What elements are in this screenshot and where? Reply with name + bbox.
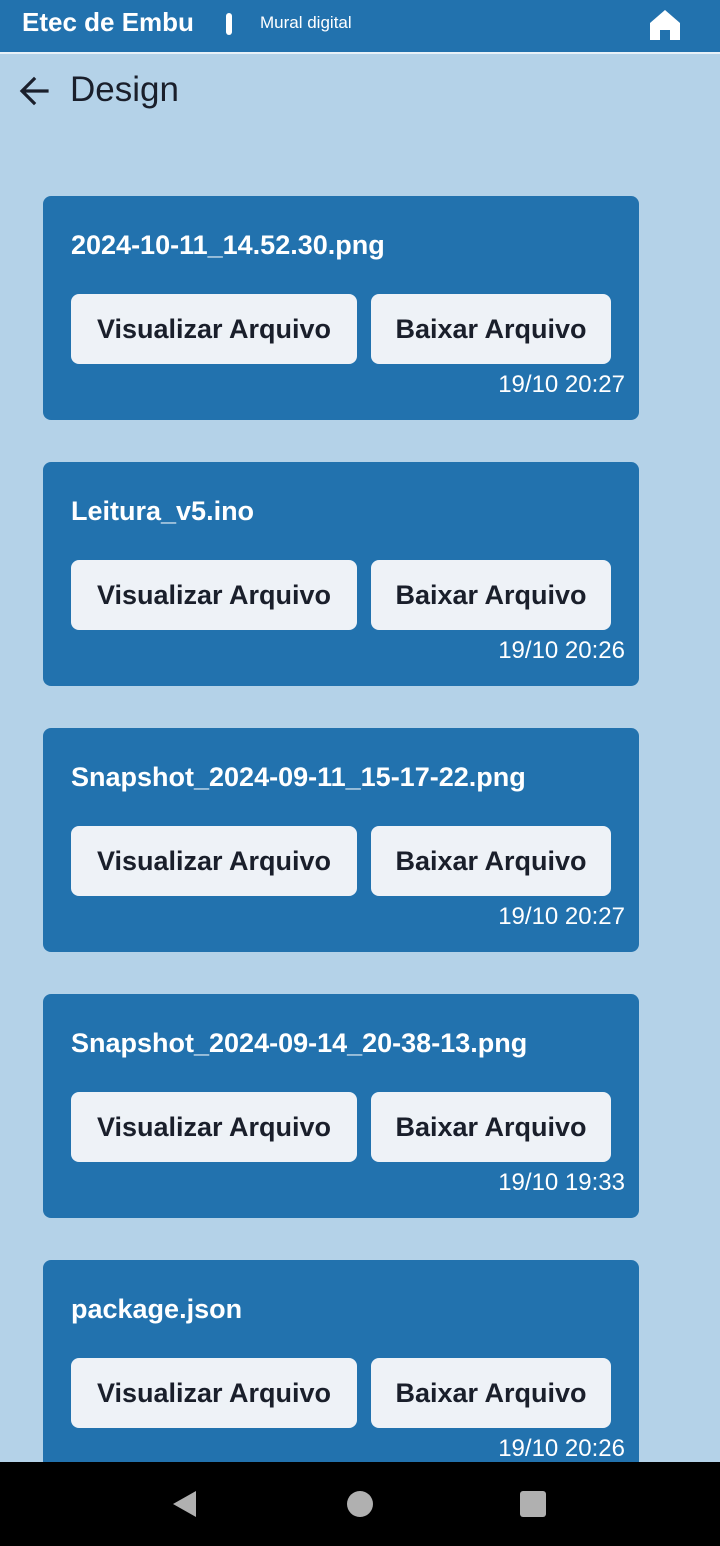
file-card: Snapshot_2024-09-14_20-38-13.png Visuali… (43, 994, 639, 1218)
download-file-button[interactable]: Baixar Arquivo (371, 1358, 611, 1428)
download-file-button[interactable]: Baixar Arquivo (371, 826, 611, 896)
file-timestamp: 19/10 20:26 (498, 637, 625, 664)
download-file-button[interactable]: Baixar Arquivo (371, 1092, 611, 1162)
file-name: package.json (71, 1294, 243, 1324)
circle-home-icon (347, 1491, 373, 1517)
file-card: package.json Visualizar Arquivo Baixar A… (43, 1260, 639, 1484)
home-icon (650, 10, 680, 40)
nav-recents-button[interactable] (509, 1480, 557, 1528)
system-navigation-bar (0, 1462, 720, 1546)
view-file-button[interactable]: Visualizar Arquivo (71, 294, 357, 364)
file-timestamp: 19/10 20:27 (498, 371, 625, 398)
file-timestamp: 19/10 20:27 (498, 903, 625, 930)
file-card: Leitura_v5.ino Visualizar Arquivo Baixar… (43, 462, 639, 686)
file-list: 2024-10-11_14.52.30.png Visualizar Arqui… (43, 196, 639, 1526)
file-card: 2024-10-11_14.52.30.png Visualizar Arqui… (43, 196, 639, 420)
arrow-left-icon (19, 76, 49, 106)
nav-back-button[interactable] (161, 1480, 209, 1528)
nav-home-button[interactable] (336, 1480, 384, 1528)
file-name: Snapshot_2024-09-14_20-38-13.png (71, 1028, 528, 1058)
file-timestamp: 19/10 19:33 (498, 1169, 625, 1196)
view-file-button[interactable]: Visualizar Arquivo (71, 560, 357, 630)
file-name: 2024-10-11_14.52.30.png (71, 230, 385, 260)
file-timestamp: 19/10 20:26 (498, 1435, 625, 1462)
download-file-button[interactable]: Baixar Arquivo (371, 294, 611, 364)
page-title: Design (70, 70, 179, 109)
home-button[interactable] (646, 4, 684, 44)
back-button[interactable] (14, 70, 56, 112)
download-file-button[interactable]: Baixar Arquivo (371, 560, 611, 630)
header-divider (226, 13, 232, 35)
file-card: Snapshot_2024-09-11_15-17-22.png Visuali… (43, 728, 639, 952)
file-name: Snapshot_2024-09-11_15-17-22.png (71, 762, 526, 792)
square-recents-icon (520, 1491, 546, 1517)
app-header: Etec de Embu Mural digital (0, 0, 720, 54)
triangle-back-icon (173, 1491, 196, 1517)
file-name: Leitura_v5.ino (71, 496, 255, 526)
view-file-button[interactable]: Visualizar Arquivo (71, 1092, 357, 1162)
app-name: Etec de Embu (22, 7, 194, 37)
view-file-button[interactable]: Visualizar Arquivo (71, 1358, 357, 1428)
app-subtitle: Mural digital (260, 13, 352, 32)
view-file-button[interactable]: Visualizar Arquivo (71, 826, 357, 896)
